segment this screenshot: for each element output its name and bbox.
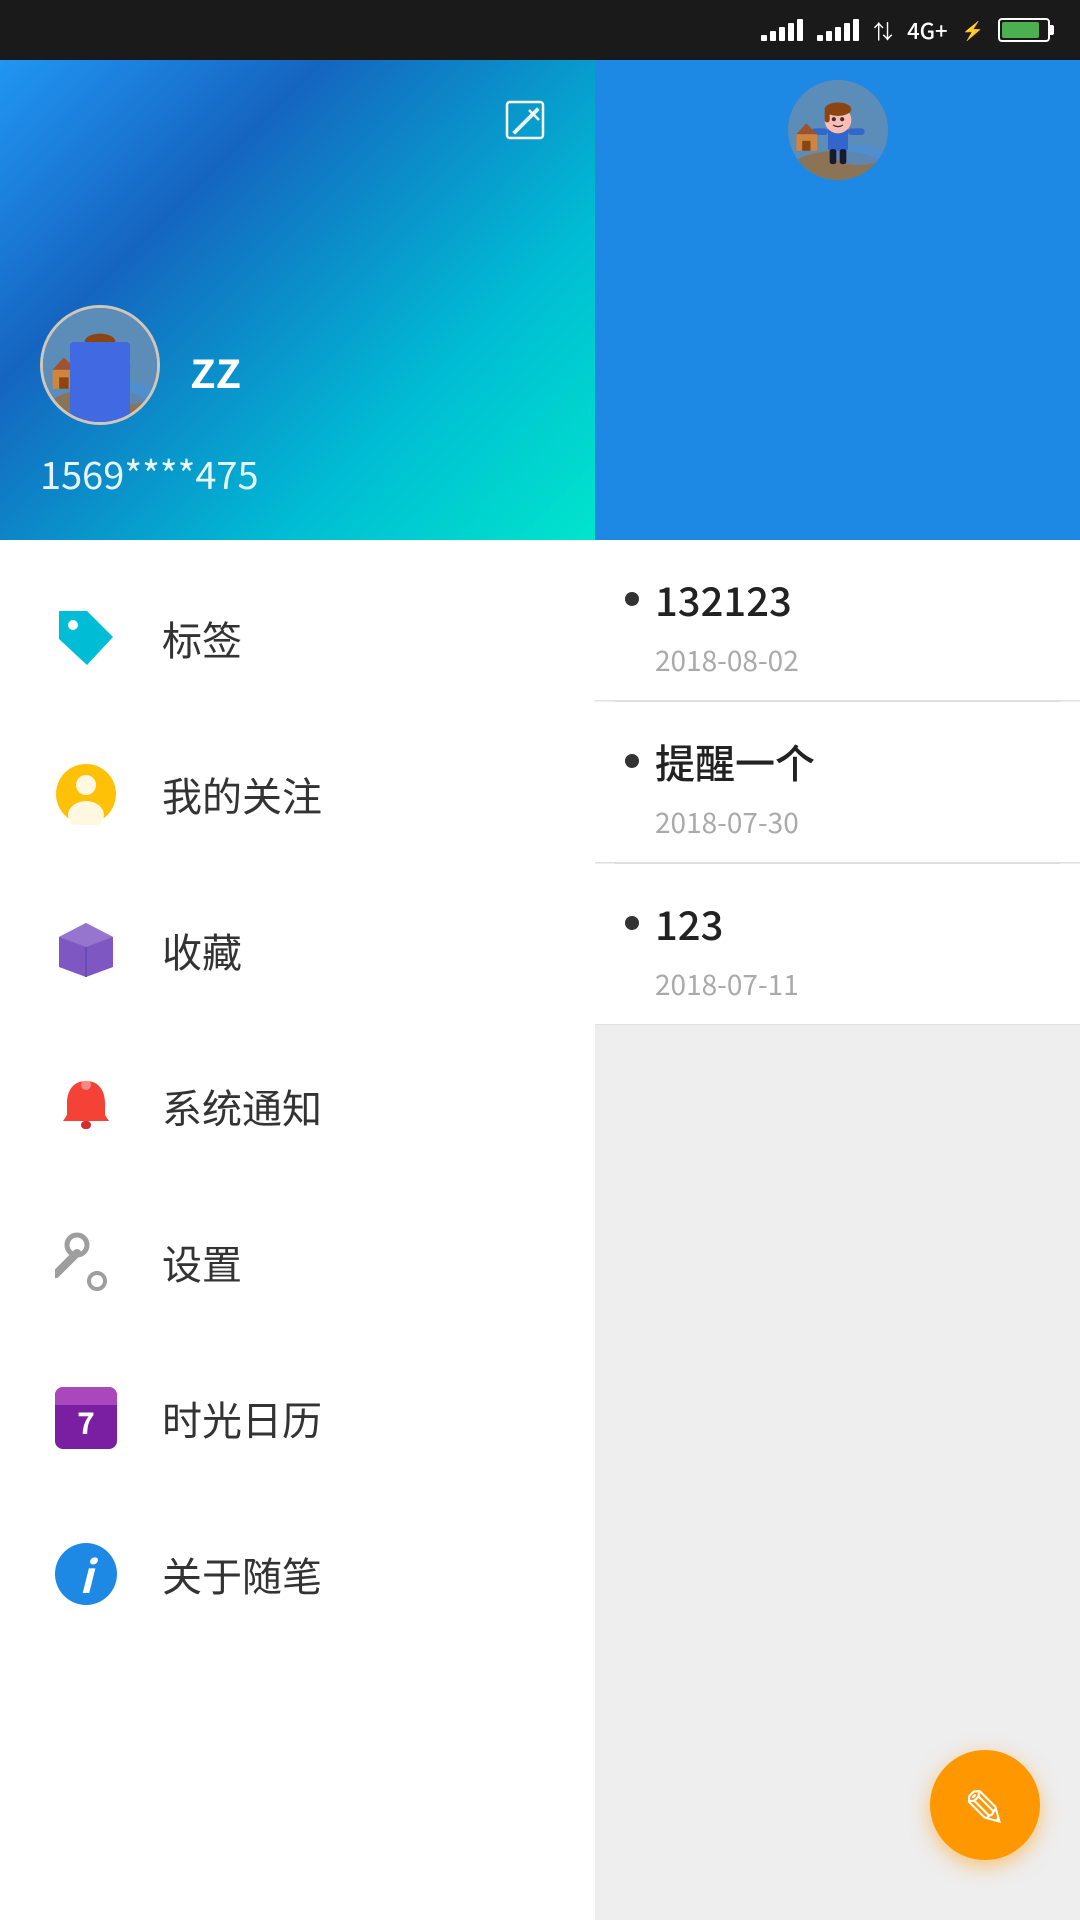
note-dot-2	[625, 754, 639, 768]
bell-icon	[55, 1075, 117, 1137]
tag-icon	[55, 607, 117, 669]
wrench-icon	[55, 1231, 117, 1293]
right-avatar-image	[788, 80, 888, 180]
person-icon	[55, 763, 117, 825]
right-header	[595, 60, 1080, 540]
charging-icon: ⚡	[962, 17, 984, 43]
box-icon	[55, 919, 117, 981]
main-container: zz 1569****475 标签	[0, 60, 1080, 1920]
menu-item-favorites[interactable]: 收藏	[0, 872, 595, 1028]
note-title-3: 123	[655, 894, 723, 952]
note-date-2: 2018-07-30	[625, 802, 1050, 842]
menu-label-settings: 设置	[162, 1233, 242, 1291]
note-date-3: 2018-07-11	[625, 964, 1050, 1004]
menu-item-notifications[interactable]: 系统通知	[0, 1028, 595, 1184]
status-bar: ⇅ 4G+ ⚡	[0, 0, 1080, 60]
menu-list: 标签 我的关注	[0, 540, 595, 1920]
battery-icon	[998, 18, 1050, 42]
edit-profile-button[interactable]	[495, 90, 555, 150]
bell-icon-wrap	[50, 1070, 122, 1142]
menu-item-settings[interactable]: 设置	[0, 1184, 595, 1340]
fab-button[interactable]: ✎	[930, 1750, 1040, 1860]
info-icon: i	[55, 1543, 117, 1605]
menu-label-follow: 我的关注	[162, 765, 322, 823]
person-icon-wrap	[50, 758, 122, 830]
note-date-1: 2018-08-02	[625, 640, 1050, 680]
right-panel: 132123 2018-08-02 提醒一个 2018-07-30 123	[595, 60, 1080, 1920]
data-transfer-icon: ⇅	[873, 16, 893, 45]
phone-number: 1569****475	[40, 445, 555, 500]
note-title-1: 132123	[655, 570, 792, 628]
username: zz	[190, 328, 241, 403]
note-dot-3	[625, 916, 639, 930]
right-avatar[interactable]	[788, 80, 888, 180]
menu-item-follow[interactable]: 我的关注	[0, 716, 595, 872]
menu-item-calendar[interactable]: 7 时光日历	[0, 1340, 595, 1496]
notes-list: 132123 2018-08-02 提醒一个 2018-07-30 123	[595, 540, 1080, 1920]
profile-header: zz 1569****475	[0, 60, 595, 540]
menu-label-notifications: 系统通知	[162, 1077, 322, 1135]
box-icon-wrap	[50, 914, 122, 986]
wrench-icon-wrap	[50, 1226, 122, 1298]
avatar-image	[43, 308, 157, 422]
calendar-icon-wrap: 7	[50, 1382, 122, 1454]
menu-label-tags: 标签	[162, 609, 242, 667]
signal-icon-2	[817, 19, 859, 41]
note-title-row-2: 提醒一个	[625, 732, 1050, 790]
calendar-number: 7	[55, 1399, 117, 1443]
user-row: zz	[40, 305, 555, 425]
note-item-3[interactable]: 123 2018-07-11	[595, 864, 1080, 1025]
status-icons: ⇅ 4G+ ⚡	[761, 14, 1050, 46]
menu-item-about[interactable]: i 关于随笔	[0, 1496, 595, 1652]
network-type: 4G+	[907, 14, 948, 46]
menu-item-tags[interactable]: 标签	[0, 560, 595, 716]
note-title-row-3: 123	[625, 894, 1050, 952]
menu-label-calendar: 时光日历	[162, 1389, 322, 1447]
fab-icon: ✎	[963, 1779, 1007, 1831]
note-item-2[interactable]: 提醒一个 2018-07-30	[595, 702, 1080, 863]
signal-icon-1	[761, 19, 803, 41]
info-icon-wrap: i	[50, 1538, 122, 1610]
left-panel: zz 1569****475 标签	[0, 60, 595, 1920]
menu-label-favorites: 收藏	[162, 921, 242, 979]
note-title-2: 提醒一个	[655, 732, 815, 790]
note-title-row-1: 132123	[625, 570, 1050, 628]
user-info: zz 1569****475	[40, 305, 555, 500]
menu-label-about: 关于随笔	[162, 1545, 322, 1603]
tag-icon-wrap	[50, 602, 122, 674]
avatar[interactable]	[40, 305, 160, 425]
calendar-icon: 7	[55, 1387, 117, 1449]
note-dot-1	[625, 592, 639, 606]
note-item-1[interactable]: 132123 2018-08-02	[595, 540, 1080, 701]
